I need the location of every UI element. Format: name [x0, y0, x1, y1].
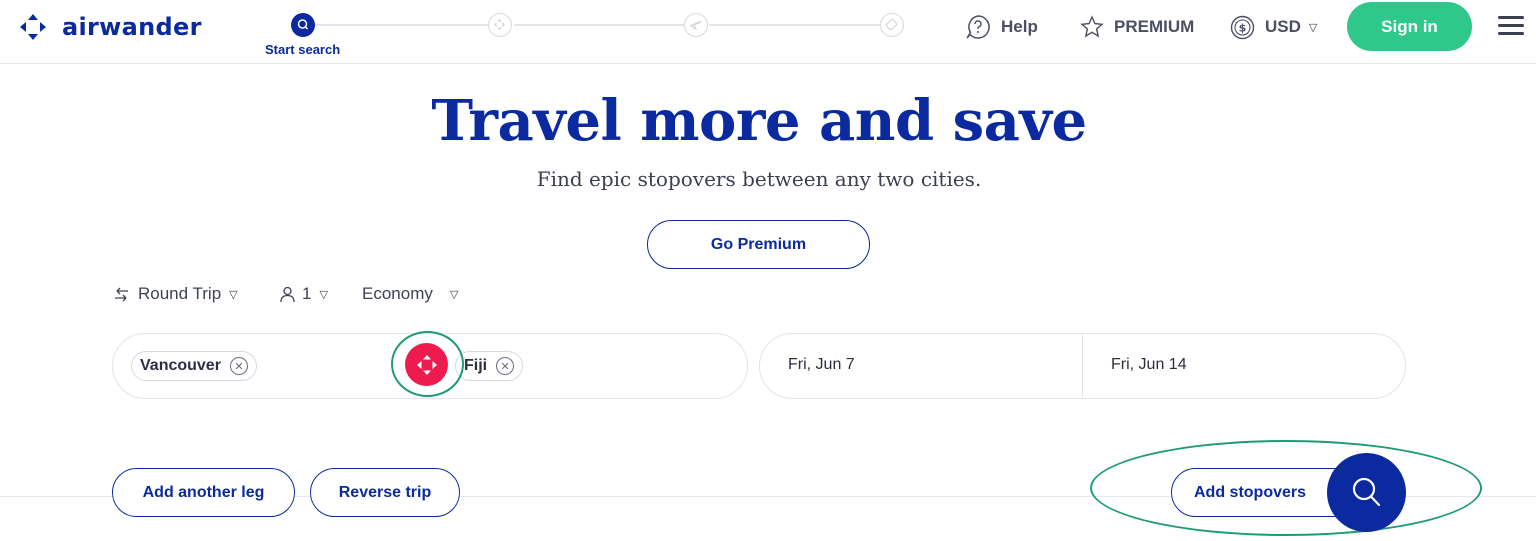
page-subtitle: Find epic stopovers between any two citi… [536, 167, 982, 191]
search-icon [297, 19, 309, 30]
destination-chip[interactable]: Fiji ✕ [455, 351, 524, 381]
trip-type-dropdown[interactable]: Round Trip ▽ [113, 282, 238, 306]
destination-city: Fiji [464, 357, 488, 374]
trip-type-label: Round Trip [138, 284, 222, 303]
currency-icon: $ [1230, 15, 1255, 39]
cabin-class-label: Economy [362, 284, 433, 303]
chevron-down-icon: ▽ [1308, 21, 1318, 34]
date-divider [1082, 334, 1083, 398]
progress-stepper: Start search [264, 10, 914, 60]
person-icon [280, 286, 295, 302]
swap-arrows-icon [115, 287, 128, 301]
airwander-logo-icon [20, 14, 46, 40]
search-icon [1352, 477, 1380, 506]
chevron-down-icon: ▽ [449, 288, 459, 301]
return-date[interactable]: Fri, Jun 14 [1111, 356, 1187, 374]
passengers-count: 1 [302, 284, 312, 303]
premium-link[interactable]: PREMIUM [1080, 12, 1194, 42]
currency-selector[interactable]: $ USD ▽ [1230, 12, 1317, 42]
step-connector [304, 24, 490, 26]
step-label: Start search [265, 42, 341, 57]
logo[interactable]: airwander [18, 12, 202, 42]
step-connector [709, 24, 880, 26]
cabin-class-dropdown[interactable]: Economy ▽ [362, 282, 458, 306]
origin-chip[interactable]: Vancouver ✕ [131, 351, 257, 381]
svg-text:$: $ [1239, 21, 1247, 34]
chevron-down-icon: ▽ [229, 288, 238, 301]
top-bar: airwander Start search Help PREMIUM $ US… [0, 0, 1536, 64]
help-link[interactable]: Help [965, 12, 1038, 42]
step-flights[interactable] [684, 13, 708, 37]
reverse-trip-button[interactable]: Reverse trip [310, 468, 460, 517]
ticket-icon [885, 18, 898, 31]
premium-label: PREMIUM [1114, 17, 1195, 36]
help-icon [966, 15, 990, 39]
step-search[interactable] [291, 13, 315, 37]
help-label: Help [1001, 17, 1038, 36]
depart-date[interactable]: Fri, Jun 7 [788, 356, 855, 374]
swap-locations-button[interactable] [405, 343, 448, 386]
stopover-icon [494, 19, 505, 30]
passengers-dropdown[interactable]: 1 ▽ [278, 282, 328, 306]
plane-icon [689, 20, 702, 30]
page-title: Travel more and save [431, 88, 1087, 154]
origin-city: Vancouver [140, 357, 221, 374]
airwander-swap-icon [416, 354, 437, 375]
remove-origin-icon[interactable]: ✕ [229, 357, 248, 375]
logo-text: airwander [62, 13, 202, 41]
add-another-leg-button[interactable]: Add another leg [112, 468, 295, 517]
search-button[interactable] [1327, 453, 1406, 532]
remove-destination-icon[interactable]: ✕ [496, 357, 515, 375]
sign-in-button[interactable]: Sign in [1347, 2, 1472, 51]
hamburger-menu-icon[interactable] [1498, 14, 1524, 38]
step-connector [514, 24, 685, 26]
go-premium-button[interactable]: Go Premium [647, 220, 870, 269]
step-stopovers[interactable] [488, 13, 512, 37]
star-icon [1080, 15, 1104, 38]
currency-label: USD [1265, 17, 1301, 36]
chevron-down-icon: ▽ [319, 288, 328, 301]
step-book[interactable] [880, 13, 904, 37]
